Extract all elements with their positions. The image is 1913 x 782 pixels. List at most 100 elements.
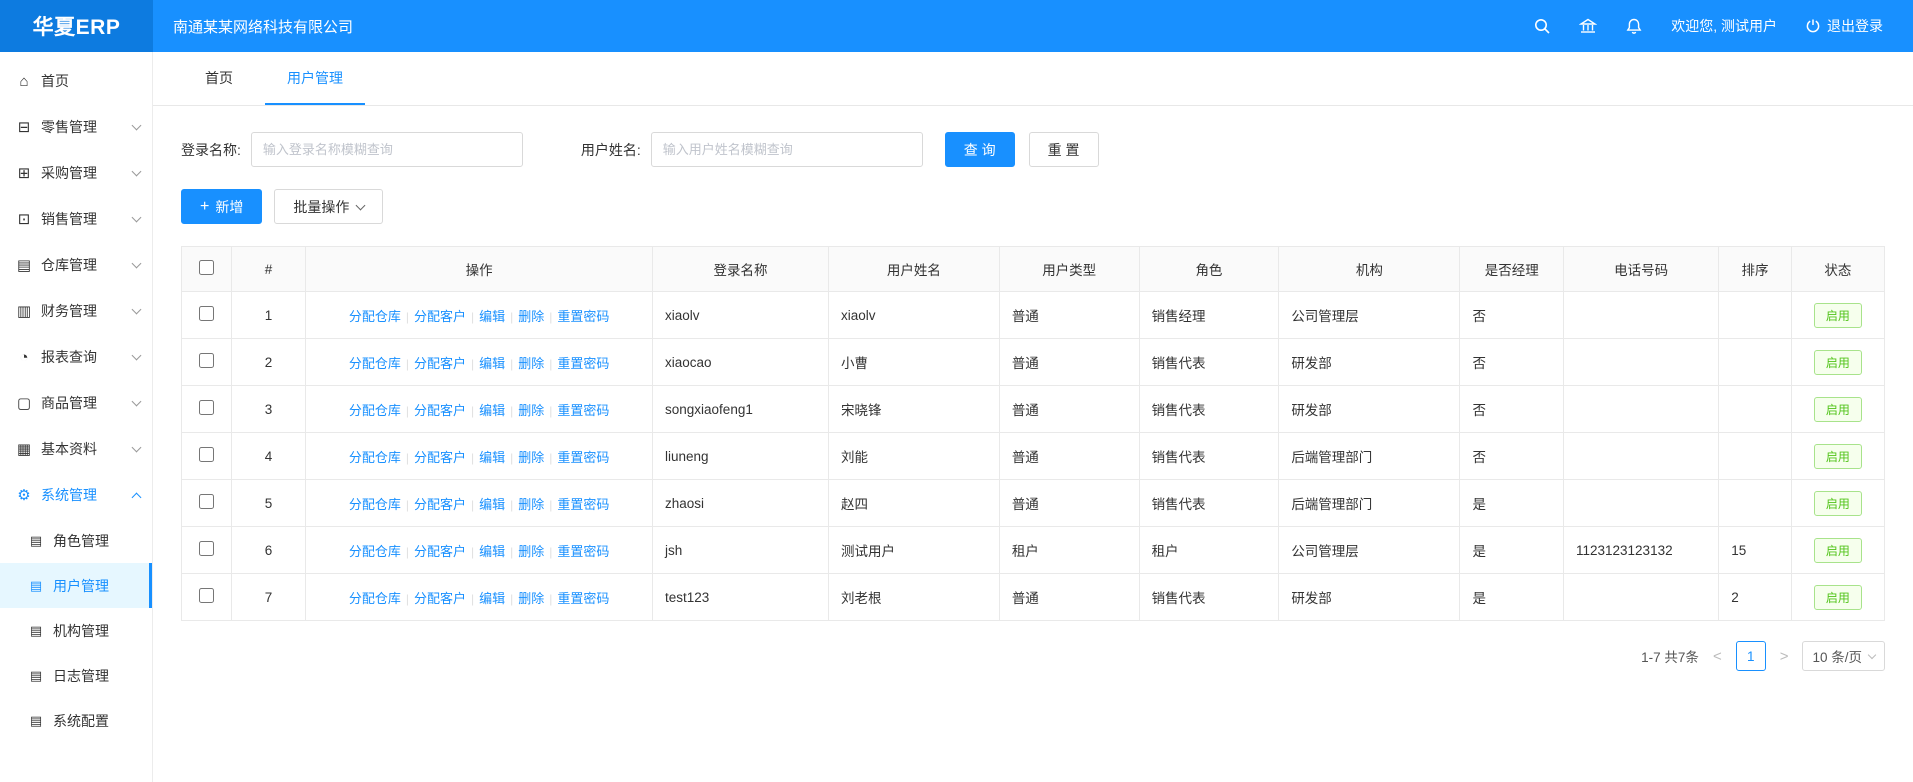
reset-password-link[interactable]: 重置密码 bbox=[557, 356, 609, 371]
assign-customer-link[interactable]: 分配客户 bbox=[414, 403, 466, 418]
edit-link[interactable]: 编辑 bbox=[479, 356, 505, 371]
assign-customer-link[interactable]: 分配客户 bbox=[414, 544, 466, 559]
tab-home[interactable]: 首页 bbox=[183, 52, 255, 105]
edit-link[interactable]: 编辑 bbox=[479, 497, 505, 512]
sidebar-item-sales[interactable]: ⊡销售管理 bbox=[0, 196, 152, 242]
search-icon[interactable] bbox=[1533, 17, 1551, 35]
sidebar-item-warehouse[interactable]: ▤仓库管理 bbox=[0, 242, 152, 288]
current-page-button[interactable]: 1 bbox=[1736, 641, 1766, 671]
reset-password-link[interactable]: 重置密码 bbox=[557, 544, 609, 559]
login-name-input[interactable] bbox=[251, 132, 523, 167]
add-button[interactable]: + 新增 bbox=[181, 189, 262, 224]
row-checkbox[interactable] bbox=[199, 494, 214, 509]
assign-customer-link[interactable]: 分配客户 bbox=[414, 450, 466, 465]
select-all-checkbox[interactable] bbox=[199, 260, 214, 275]
row-checkbox[interactable] bbox=[199, 588, 214, 603]
edit-link[interactable]: 编辑 bbox=[479, 544, 505, 559]
cell-organization: 研发部 bbox=[1279, 339, 1460, 386]
delete-link[interactable]: 删除 bbox=[518, 450, 544, 465]
status-badge[interactable]: 启用 bbox=[1814, 350, 1862, 375]
tab-user-management[interactable]: 用户管理 bbox=[265, 52, 365, 105]
edit-link[interactable]: 编辑 bbox=[479, 403, 505, 418]
sidebar-item-system[interactable]: ⚙系统管理 bbox=[0, 472, 152, 518]
column-header: 电话号码 bbox=[1563, 247, 1718, 292]
status-badge[interactable]: 启用 bbox=[1814, 444, 1862, 469]
bell-icon[interactable] bbox=[1625, 17, 1643, 35]
row-checkbox[interactable] bbox=[199, 541, 214, 556]
reset-password-link[interactable]: 重置密码 bbox=[557, 497, 609, 512]
chevron-up-icon bbox=[132, 492, 142, 502]
sidebar-item-label: 首页 bbox=[41, 71, 140, 91]
assign-warehouse-link[interactable]: 分配仓库 bbox=[349, 309, 401, 324]
sidebar-item-goods[interactable]: ▢商品管理 bbox=[0, 380, 152, 426]
sidebar-item-report[interactable]: ◔报表查询 bbox=[0, 334, 152, 380]
sidebar-item-purchase[interactable]: ⊞采购管理 bbox=[0, 150, 152, 196]
platform-icon[interactable] bbox=[1579, 17, 1597, 35]
status-badge[interactable]: 启用 bbox=[1814, 491, 1862, 516]
batch-actions-button[interactable]: 批量操作 bbox=[274, 189, 383, 224]
assign-customer-link[interactable]: 分配客户 bbox=[414, 356, 466, 371]
row-checkbox[interactable] bbox=[199, 400, 214, 415]
assign-warehouse-link[interactable]: 分配仓库 bbox=[349, 356, 401, 371]
delete-link[interactable]: 删除 bbox=[518, 591, 544, 606]
action-separator: | bbox=[510, 404, 513, 418]
sidebar-item-base[interactable]: ▦基本资料 bbox=[0, 426, 152, 472]
edit-link[interactable]: 编辑 bbox=[479, 309, 505, 324]
reset-button[interactable]: 重 置 bbox=[1029, 132, 1099, 167]
logout-button[interactable]: 退出登录 bbox=[1805, 16, 1883, 36]
delete-link[interactable]: 删除 bbox=[518, 309, 544, 324]
delete-link[interactable]: 删除 bbox=[518, 356, 544, 371]
next-page-button[interactable]: > bbox=[1778, 648, 1791, 665]
sidebar-item-retail[interactable]: ⊟零售管理 bbox=[0, 104, 152, 150]
edit-link[interactable]: 编辑 bbox=[479, 591, 505, 606]
delete-link[interactable]: 删除 bbox=[518, 497, 544, 512]
status-badge[interactable]: 启用 bbox=[1814, 303, 1862, 328]
cell-user-type: 普通 bbox=[999, 339, 1139, 386]
prev-page-button[interactable]: < bbox=[1711, 648, 1724, 665]
reset-password-link[interactable]: 重置密码 bbox=[557, 591, 609, 606]
row-checkbox[interactable] bbox=[199, 353, 214, 368]
status-badge[interactable]: 启用 bbox=[1814, 538, 1862, 563]
sidebar-item-finance[interactable]: ▥财务管理 bbox=[0, 288, 152, 334]
assign-customer-link[interactable]: 分配客户 bbox=[414, 309, 466, 324]
page-size-select[interactable]: 10 条/页 bbox=[1802, 641, 1885, 671]
assign-customer-link[interactable]: 分配客户 bbox=[414, 591, 466, 606]
sidebar-subitem-user[interactable]: ▤用户管理 bbox=[0, 563, 152, 608]
assign-warehouse-link[interactable]: 分配仓库 bbox=[349, 544, 401, 559]
assign-warehouse-link[interactable]: 分配仓库 bbox=[349, 403, 401, 418]
reset-password-link[interactable]: 重置密码 bbox=[557, 450, 609, 465]
sidebar-subitem-log[interactable]: ▤日志管理 bbox=[0, 653, 152, 698]
delete-link[interactable]: 删除 bbox=[518, 544, 544, 559]
delete-link[interactable]: 删除 bbox=[518, 403, 544, 418]
assign-warehouse-link[interactable]: 分配仓库 bbox=[349, 591, 401, 606]
status-badge[interactable]: 启用 bbox=[1814, 585, 1862, 610]
row-select-cell bbox=[182, 527, 232, 574]
welcome-user[interactable]: 欢迎您, 测试用户 bbox=[1671, 16, 1777, 36]
table-row: 7分配仓库|分配客户|编辑|删除|重置密码test123刘老根普通销售代表研发部… bbox=[182, 574, 1885, 621]
cell-organization: 后端管理部门 bbox=[1279, 433, 1460, 480]
sidebar-subitem-role[interactable]: ▤角色管理 bbox=[0, 518, 152, 563]
row-checkbox[interactable] bbox=[199, 447, 214, 462]
row-index: 6 bbox=[231, 527, 306, 574]
assign-warehouse-link[interactable]: 分配仓库 bbox=[349, 497, 401, 512]
app-logo[interactable]: 华夏ERP bbox=[0, 0, 153, 52]
cell-sort bbox=[1719, 292, 1791, 339]
reset-password-link[interactable]: 重置密码 bbox=[557, 403, 609, 418]
sidebar-item-label: 报表查询 bbox=[41, 347, 133, 367]
reset-password-link[interactable]: 重置密码 bbox=[557, 309, 609, 324]
user-name-input[interactable] bbox=[651, 132, 923, 167]
status-badge[interactable]: 启用 bbox=[1814, 397, 1862, 422]
assign-warehouse-link[interactable]: 分配仓库 bbox=[349, 450, 401, 465]
row-index: 2 bbox=[231, 339, 306, 386]
row-checkbox[interactable] bbox=[199, 306, 214, 321]
sidebar-subitem-config[interactable]: ▤系统配置 bbox=[0, 698, 152, 743]
table-row: 4分配仓库|分配客户|编辑|删除|重置密码liuneng刘能普通销售代表后端管理… bbox=[182, 433, 1885, 480]
row-actions: 分配仓库|分配客户|编辑|删除|重置密码 bbox=[306, 480, 653, 527]
sidebar-item-home[interactable]: ⌂首页 bbox=[0, 58, 152, 104]
cell-user-name: 宋晓锋 bbox=[829, 386, 1000, 433]
sidebar-subitem-org[interactable]: ▤机构管理 bbox=[0, 608, 152, 653]
assign-customer-link[interactable]: 分配客户 bbox=[414, 497, 466, 512]
page-size-value: 10 条/页 bbox=[1812, 646, 1862, 666]
edit-link[interactable]: 编辑 bbox=[479, 450, 505, 465]
search-button[interactable]: 查 询 bbox=[945, 132, 1015, 167]
